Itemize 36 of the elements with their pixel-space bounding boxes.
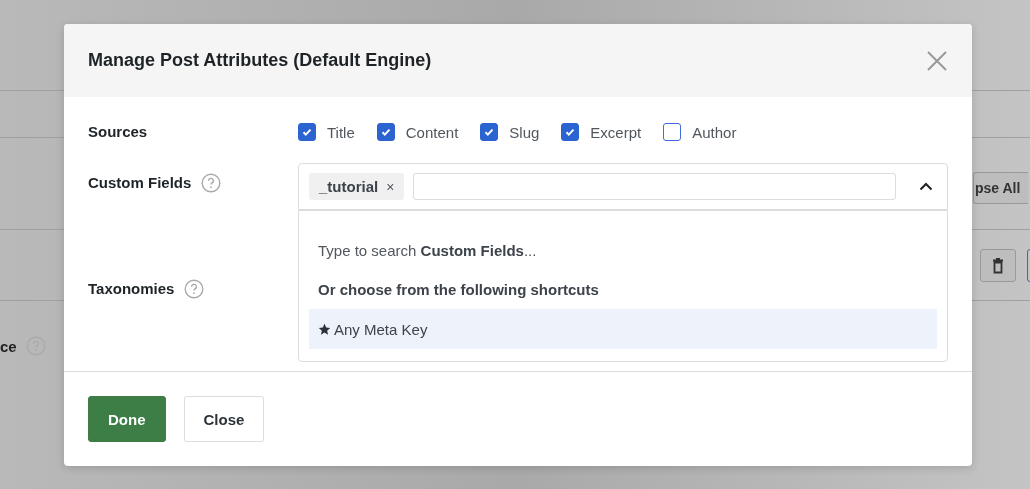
checkbox-label: Slug (509, 123, 540, 141)
field-label: Sources (88, 122, 148, 142)
checkbox[interactable] (480, 123, 499, 141)
trash-icon (992, 257, 1004, 274)
tag-chip[interactable]: _tutorial × (309, 173, 405, 200)
field-label: Taxonomies (88, 279, 175, 299)
remove-tag-button[interactable]: × (386, 178, 395, 195)
done-button[interactable]: Done (88, 396, 166, 442)
close-button[interactable] (926, 49, 948, 72)
checkmark-icon (564, 126, 577, 138)
checkbox-label: Author (692, 123, 737, 141)
search-hint: Type to search Custom Fields... (317, 241, 538, 261)
close-icon (926, 49, 948, 72)
checkbox[interactable] (376, 123, 395, 141)
dropdown-option[interactable]: Any Meta Key (309, 309, 937, 349)
checkbox[interactable] (298, 123, 316, 141)
delete-button[interactable] (980, 249, 1016, 282)
field-label: ce (0, 337, 17, 355)
checkmark-icon (379, 126, 392, 138)
chevron-up-icon[interactable] (919, 182, 933, 191)
checkmark-icon (301, 126, 313, 138)
collapse-button[interactable]: pse All (973, 172, 1029, 204)
checkbox-label: Excerpt (590, 123, 642, 141)
shortcuts-heading: Or choose from the following shortcuts (317, 280, 600, 300)
checkbox[interactable] (663, 123, 682, 141)
checkbox-label: Content (405, 123, 459, 141)
checkmark-icon (483, 126, 496, 138)
checkbox-label: Title (327, 123, 355, 141)
field-label: Custom Fields (88, 173, 192, 193)
dialog-title: Manage Post Attributes (Default Engine) (88, 50, 432, 71)
search-input[interactable] (413, 173, 896, 200)
close-dialog-button[interactable]: Close (183, 396, 265, 442)
star-icon (318, 322, 331, 336)
tag-label: _tutorial (319, 178, 379, 195)
option-label: Any Meta Key (334, 320, 428, 338)
checkbox[interactable] (561, 123, 580, 141)
